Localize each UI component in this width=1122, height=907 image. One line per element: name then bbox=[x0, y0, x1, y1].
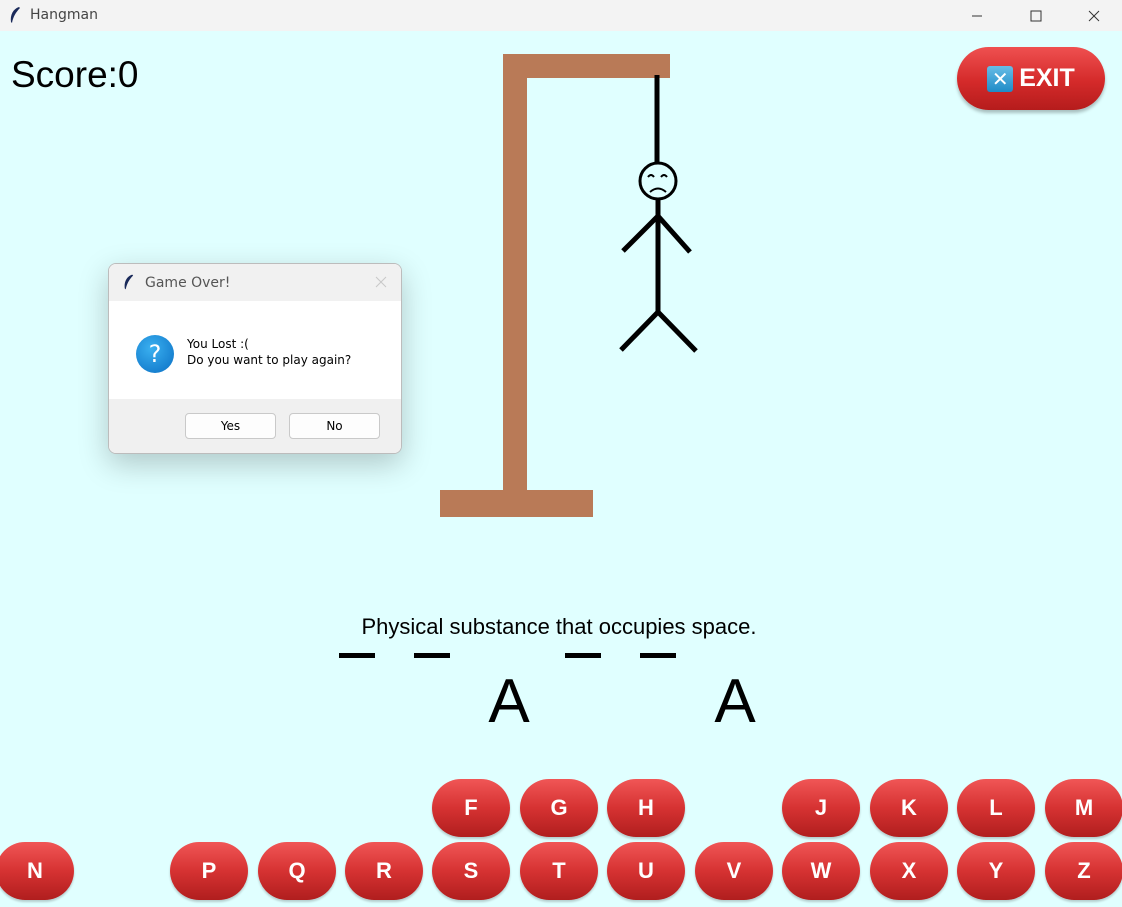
dialog-body: ? You Lost :( Do you want to play again? bbox=[109, 301, 401, 399]
hangman-right-leg bbox=[656, 310, 698, 353]
key-g[interactable]: G bbox=[520, 779, 598, 837]
key-x[interactable]: X bbox=[870, 842, 948, 900]
yes-button[interactable]: Yes bbox=[185, 413, 276, 439]
dialog-message: You Lost :( Do you want to play again? bbox=[187, 336, 351, 368]
gallows-post bbox=[503, 54, 527, 492]
word-display: AA bbox=[0, 653, 1122, 742]
key-m[interactable]: M bbox=[1045, 779, 1122, 837]
key-y[interactable]: Y bbox=[957, 842, 1035, 900]
letter-slot: A bbox=[488, 667, 530, 736]
key-k[interactable]: K bbox=[870, 779, 948, 837]
key-s[interactable]: S bbox=[432, 842, 510, 900]
gallows-base bbox=[440, 490, 593, 517]
hangman-head bbox=[638, 161, 678, 201]
key-q[interactable]: Q bbox=[258, 842, 336, 900]
dialog-title: Game Over! bbox=[145, 275, 231, 291]
hangman-left-arm bbox=[621, 214, 660, 253]
key-h[interactable]: H bbox=[607, 779, 685, 837]
hangman-right-arm bbox=[656, 214, 692, 254]
feather-icon bbox=[124, 274, 134, 290]
dialog-close-icon[interactable] bbox=[373, 274, 389, 290]
no-button[interactable]: No bbox=[289, 413, 380, 439]
gallows-beam bbox=[503, 54, 670, 78]
key-v[interactable]: V bbox=[695, 842, 773, 900]
key-r[interactable]: R bbox=[345, 842, 423, 900]
key-j[interactable]: J bbox=[782, 779, 860, 837]
dialog-message-line1: You Lost :( bbox=[187, 337, 249, 351]
game-over-dialog: Game Over! ? You Lost :( Do you want to … bbox=[108, 263, 402, 454]
dialog-message-line2: Do you want to play again? bbox=[187, 353, 352, 367]
dialog-title-bar: Game Over! bbox=[109, 264, 401, 301]
key-z[interactable]: Z bbox=[1045, 842, 1122, 900]
hangman-eyes bbox=[647, 174, 668, 178]
key-p[interactable]: P bbox=[170, 842, 248, 900]
key-u[interactable]: U bbox=[607, 842, 685, 900]
key-w[interactable]: W bbox=[782, 842, 860, 900]
dialog-footer: Yes No bbox=[109, 399, 401, 453]
letter-slot: A bbox=[714, 667, 756, 736]
question-icon: ? bbox=[136, 335, 174, 373]
hint-text: Physical substance that occupies space. bbox=[361, 614, 757, 639]
key-t[interactable]: T bbox=[520, 842, 598, 900]
hangman-figure bbox=[619, 161, 698, 353]
key-l[interactable]: L bbox=[957, 779, 1035, 837]
key-n[interactable]: N bbox=[0, 842, 74, 900]
hangman-frown bbox=[649, 187, 667, 193]
hangman-left-leg bbox=[619, 310, 660, 352]
key-f[interactable]: F bbox=[432, 779, 510, 837]
